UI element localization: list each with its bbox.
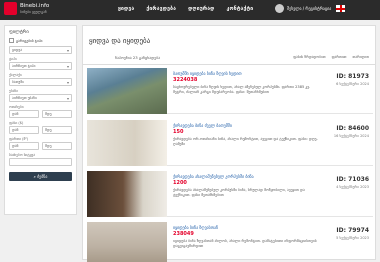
avatar: [275, 4, 284, 13]
listing-date: 16 სექტემბერი 2024: [333, 134, 369, 138]
type-label: ტიპი: [9, 57, 17, 61]
listing-id: ID: 71036: [336, 176, 369, 183]
listing-description: საცხოვრებელი ბინა ზღვის ხედით, ახალ აშენ…: [173, 85, 311, 94]
price-from-input[interactable]: დან: [9, 126, 39, 134]
rooms-from-input[interactable]: დან: [9, 110, 39, 118]
user-label: შესვლა / რეგისტრაცია: [287, 6, 332, 11]
listing-photo[interactable]: [87, 171, 167, 217]
listing-price: 150: [173, 129, 184, 135]
deal-checkbox[interactable]: [9, 38, 14, 43]
chevron-down-icon: ▾: [66, 64, 69, 69]
nav-item-daily[interactable]: დღიურად: [188, 6, 214, 12]
listing-price: 238049: [173, 231, 194, 237]
listing-card[interactable]: ქირავდება ბინა ძველ ბათუმში 150 ქირავდებ…: [87, 120, 373, 166]
type-select[interactable]: აირჩიეთ ტიპი ▾: [9, 62, 72, 70]
listing-description: ქირავდება ახალაშენებულ კორპუსში ბინა, სრ…: [173, 188, 305, 197]
listing-card[interactable]: ქირავდება ახალაშენებულ კორპუსში ბინა 120…: [87, 171, 373, 217]
listing-title[interactable]: ქირავდება ბინა ძველ ბათუმში: [173, 123, 232, 128]
keyword-input[interactable]: [9, 158, 72, 166]
area-from-input[interactable]: დან: [9, 142, 39, 150]
sort-options: ფასის ზრდადობით ფართით თარიღით: [293, 55, 369, 59]
rooms-to-input[interactable]: მდე: [42, 110, 72, 118]
listing-date: 4 სექტემბერი 2023: [336, 185, 369, 189]
divider: [83, 64, 375, 65]
price-label: ფასი ($): [9, 121, 24, 125]
listing-id: ID: 81973: [336, 73, 369, 80]
language-flag-icon[interactable]: [336, 5, 346, 12]
site-logo[interactable]: Binebi.info ბინები ყველგან: [4, 2, 49, 15]
listing-title[interactable]: ქირავდება ახალაშენებულ კორპუსში ბინა: [173, 174, 254, 179]
listing-date: 5 სექტემბერი 2023: [336, 236, 369, 240]
deal-select[interactable]: ყიდვა ▾: [9, 46, 72, 54]
user-menu[interactable]: შესვლა / რეგისტრაცია: [275, 4, 346, 13]
logo-icon: [4, 2, 17, 15]
brand-tagline: ბინები ყველგან: [20, 9, 47, 14]
listing-id: ID: 79974: [336, 227, 369, 234]
district-label: უბანი: [9, 89, 19, 93]
sort-date[interactable]: თარიღით: [352, 55, 369, 59]
chevron-down-icon: ▾: [66, 96, 69, 101]
area-label: ფართი (მ²): [9, 137, 29, 141]
listing-title[interactable]: ბათუმში იყიდება ბინა ზღვის ხედით: [173, 71, 242, 76]
brand-name: Binebi.info: [20, 2, 50, 9]
city-label: ქალაქი: [9, 73, 22, 77]
listing-date: 6 სექტემბერი 2024: [336, 82, 369, 86]
listings-panel: ყიდვა და იყიდება ნაპოვნია 23 განცხადება …: [82, 25, 376, 262]
nav-item-contact[interactable]: კონტაქტი: [227, 6, 254, 12]
listing-description: ქირავდება ორ-ოთახიანი ბინა, ახალი რემონტ…: [173, 137, 318, 146]
listing-card[interactable]: იყიდება ბინა ზღვასთან 238049 იყიდება ბინ…: [87, 222, 373, 262]
district-select[interactable]: აირჩიეთ უბანი ▾: [9, 94, 72, 102]
area-to-input[interactable]: მდე: [42, 142, 72, 150]
listing-photo[interactable]: [87, 120, 167, 166]
listing-price: 3224038: [173, 77, 198, 83]
nav-item-buy[interactable]: ყიდვა: [118, 6, 134, 12]
listing-price: 1200: [173, 180, 187, 186]
listing-card[interactable]: ბათუმში იყიდება ბინა ზღვის ხედით 3224038…: [87, 68, 373, 114]
listing-title[interactable]: იყიდება ბინა ზღვასთან: [173, 225, 218, 230]
listing-photo[interactable]: [87, 222, 167, 262]
results-count: ნაპოვნია 23 განცხადება: [115, 55, 161, 60]
chevron-down-icon: ▾: [66, 80, 69, 85]
top-navigation-bar: Binebi.info ბინები ყველგან ყიდვა ქირავდე…: [0, 0, 380, 20]
city-select[interactable]: ბათუმი ▾: [9, 78, 72, 86]
page-title: ყიდვა და იყიდება: [89, 37, 151, 45]
sort-area[interactable]: ფართით: [332, 55, 347, 59]
chevron-down-icon: ▾: [66, 48, 69, 53]
listing-photo[interactable]: [87, 68, 167, 114]
rooms-label: ოთახები: [9, 105, 24, 109]
price-to-input[interactable]: მდე: [42, 126, 72, 134]
keyword-label: საძიებო სიტყვა: [9, 153, 36, 157]
search-button[interactable]: ⌕ ძებნა: [9, 172, 72, 181]
listing-description: იყიდება ბინა ზღვასთან ახლოს, ახალი რემონ…: [173, 239, 317, 248]
filter-sidebar: ფილტრი გარიგების ტიპი ყიდვა ▾ ტიპი აირჩიე…: [4, 25, 77, 215]
nav-item-rent[interactable]: ქირავდება: [146, 6, 176, 12]
deal-type-row[interactable]: გარიგების ტიპი: [9, 38, 72, 43]
sort-price[interactable]: ფასის ზრდადობით: [293, 55, 325, 59]
deal-label: გარიგების ტიპი: [16, 38, 43, 43]
main-nav: ყიდვა ქირავდება დღიურად კონტაქტი: [118, 6, 253, 12]
listing-id: ID: 84600: [336, 125, 369, 132]
sidebar-title: ფილტრი: [9, 30, 29, 35]
